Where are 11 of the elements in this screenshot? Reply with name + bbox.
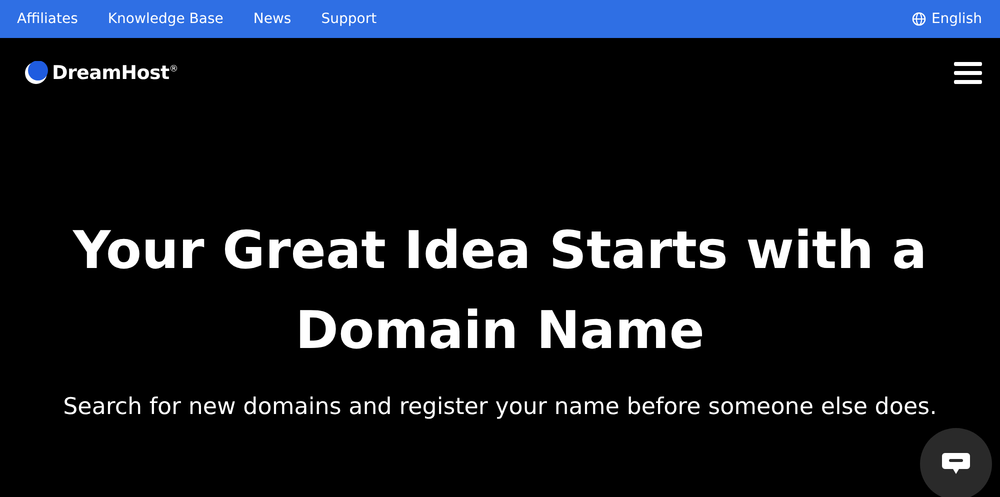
logo[interactable]: DreamHost$^{®}$ (24, 61, 178, 85)
globe-icon (912, 12, 926, 26)
menu-icon[interactable] (954, 61, 982, 85)
nav-link[interactable]: Affiliates (17, 11, 78, 27)
moon-icon (24, 61, 48, 85)
nav-link[interactable]: Support (321, 11, 377, 27)
nav-link[interactable]: News (253, 11, 292, 27)
hero-subtitle: Search for new domains and register your name before someone else does. (62, 393, 938, 422)
language-selector[interactable]: English (912, 11, 982, 27)
nav-link[interactable]: Knowledge Base (108, 11, 224, 27)
hero-title: Your Great Idea Starts with a Domain Name (72, 220, 928, 363)
